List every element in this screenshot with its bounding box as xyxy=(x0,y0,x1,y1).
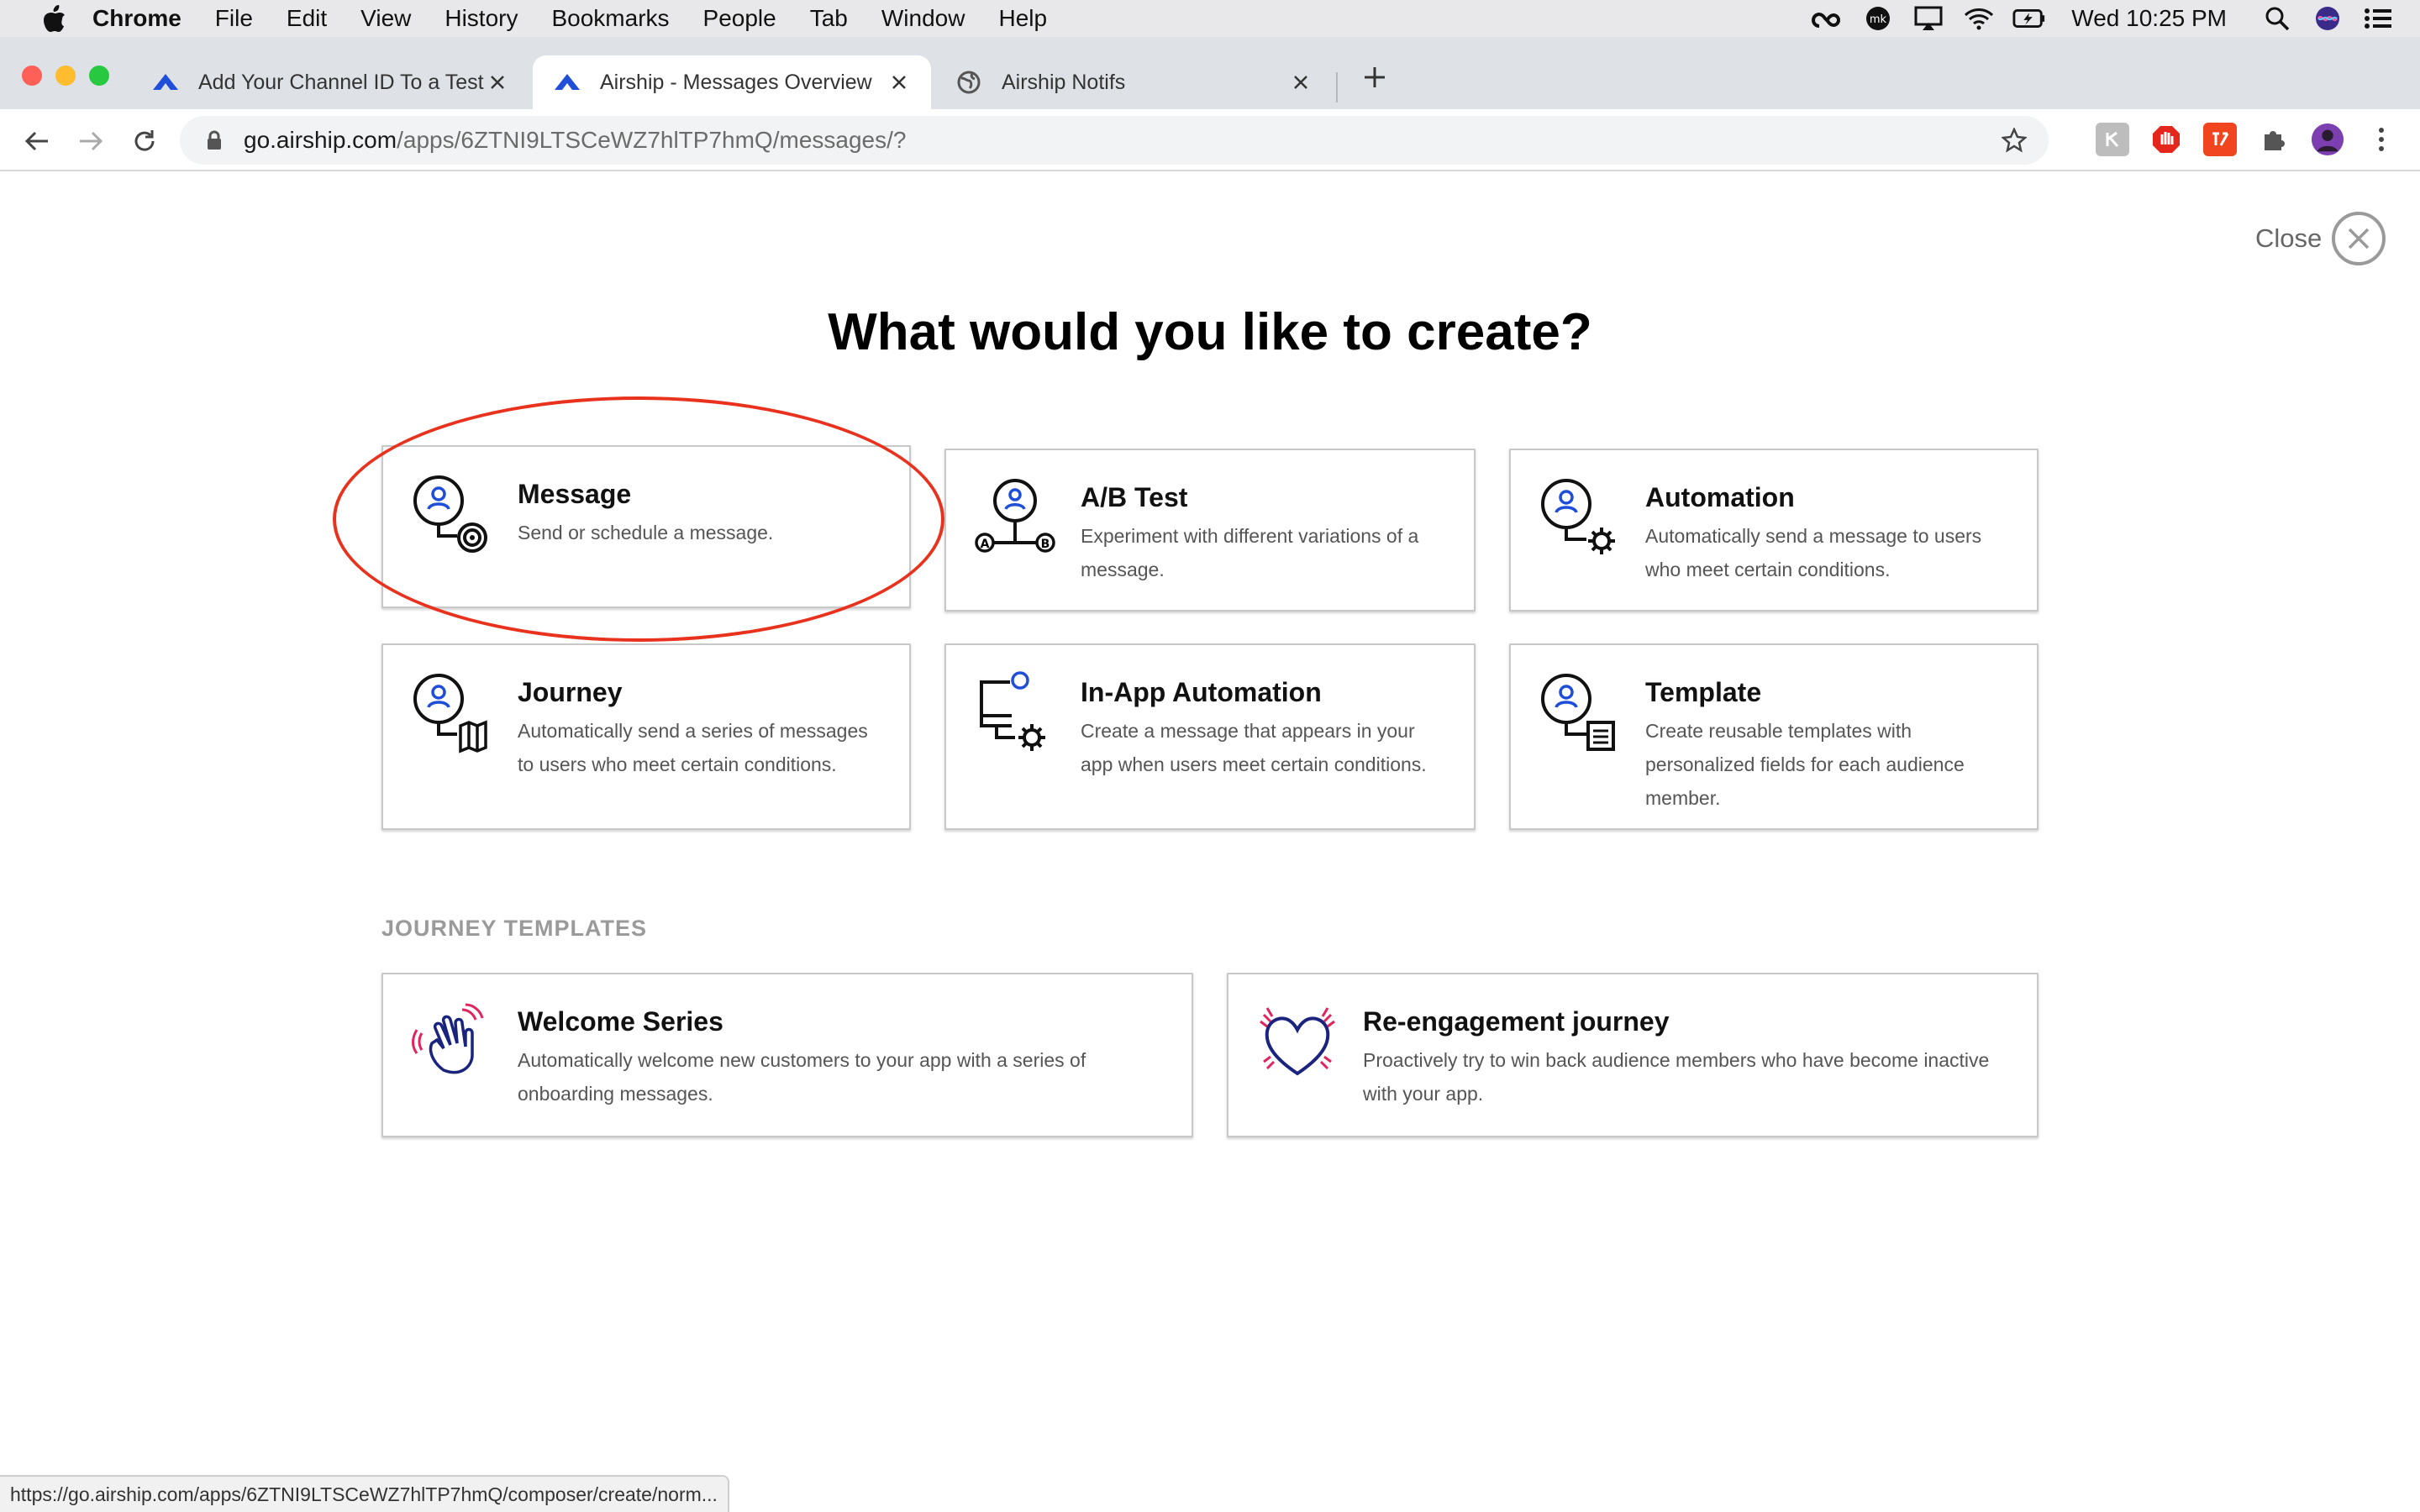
new-tab-plus-icon[interactable] xyxy=(1358,60,1392,94)
profile-avatar[interactable] xyxy=(2311,123,2344,156)
menu-people[interactable]: People xyxy=(703,5,776,32)
menu-bar-status-area: mk Wed 10:25 PM xyxy=(1794,0,2395,37)
window-minimize-button[interactable] xyxy=(55,66,76,86)
card-description: Create a message that appears in your ap… xyxy=(1081,720,1427,775)
tab-airship-notifs[interactable]: Airship Notifs xyxy=(934,55,1333,109)
menu-tab[interactable]: Tab xyxy=(810,5,848,32)
extension-grey-icon[interactable] xyxy=(2096,123,2129,156)
create-journey-card[interactable]: Journey Automatically send a series of m… xyxy=(381,643,911,830)
message-target-icon xyxy=(410,472,494,556)
waving-hand-icon xyxy=(410,1000,494,1084)
card-description: Create reusable templates with personali… xyxy=(1645,720,1965,809)
create-in-app-automation-card[interactable]: In-App Automation Create a message that … xyxy=(944,643,1476,830)
ab-test-icon: A B xyxy=(973,475,1057,559)
menu-edit[interactable]: Edit xyxy=(287,5,327,32)
card-description: Automatically send a message to users wh… xyxy=(1645,525,1982,580)
url-domain: go.airship.com xyxy=(244,127,397,153)
battery-icon[interactable] xyxy=(2012,5,2046,32)
card-title: Re-engagement journey xyxy=(1363,1006,1670,1037)
svg-text:mk: mk xyxy=(1870,13,1887,26)
siri-icon[interactable] xyxy=(2311,5,2344,32)
journey-map-icon xyxy=(410,670,494,754)
close-label: Close xyxy=(2255,223,2323,253)
menu-bar-clock[interactable]: Wed 10:25 PM xyxy=(2071,5,2227,32)
globe-icon xyxy=(955,68,983,97)
menu-window[interactable]: Window xyxy=(881,5,965,32)
url-path: /apps/6ZTNI9LTSCeWZ7hlTP7hmQ/messages/? xyxy=(397,127,907,153)
tab-title: Add Your Channel ID To a Test xyxy=(198,70,484,94)
card-title: Automation xyxy=(1645,482,1795,512)
tab-title: Airship - Messages Overview xyxy=(600,70,872,94)
card-title: Journey xyxy=(518,677,623,707)
tab-separator xyxy=(1336,72,1338,102)
forward-arrow-icon[interactable] xyxy=(72,123,109,160)
card-description: Send or schedule a message. xyxy=(518,522,774,543)
menu-history[interactable]: History xyxy=(445,5,518,32)
lock-icon[interactable] xyxy=(202,130,227,150)
control-center-icon[interactable] xyxy=(2361,5,2395,32)
browser-tab-strip: Add Your Channel ID To a Test Airship - … xyxy=(0,37,2420,109)
template-icon xyxy=(1538,670,1622,754)
tab-close-icon[interactable] xyxy=(1287,69,1314,96)
create-template-card[interactable]: Template Create reusable templates with … xyxy=(1509,643,2039,830)
creative-cloud-icon[interactable] xyxy=(1811,5,1844,32)
card-title: Message xyxy=(518,479,632,509)
back-arrow-icon[interactable] xyxy=(18,123,55,160)
chrome-menu-kebab-icon[interactable] xyxy=(2365,123,2398,156)
create-automation-card[interactable]: Automation Automatically send a message … xyxy=(1509,449,2039,612)
airplay-icon[interactable] xyxy=(1912,5,1945,32)
link-status-bar: https://go.airship.com/apps/6ZTNI9LTSCeW… xyxy=(0,1475,729,1512)
bookmark-star-icon[interactable] xyxy=(2000,126,2028,155)
welcome-series-card[interactable]: Welcome Series Automatically welcome new… xyxy=(381,973,1193,1137)
browser-toolbar: go.airship.com/apps/6ZTNI9LTSCeWZ7hlTP7h… xyxy=(0,109,2420,171)
card-title: In-App Automation xyxy=(1081,677,1322,707)
address-bar[interactable]: go.airship.com/apps/6ZTNI9LTSCeWZ7hlTP7h… xyxy=(180,116,2049,165)
card-title: Template xyxy=(1645,677,1762,707)
window-close-button[interactable] xyxy=(22,66,42,86)
spotlight-icon[interactable] xyxy=(2260,5,2294,32)
menu-app-name[interactable]: Chrome xyxy=(92,5,182,32)
in-app-automation-icon xyxy=(973,670,1057,754)
extension-orange-icon[interactable] xyxy=(2203,123,2237,156)
close-x-icon[interactable] xyxy=(2332,212,2386,265)
macos-menu-bar: Chrome File Edit View History Bookmarks … xyxy=(0,0,2420,37)
tab-messages-overview[interactable]: Airship - Messages Overview xyxy=(533,55,931,109)
close-button[interactable]: Close xyxy=(2255,212,2386,265)
airship-icon xyxy=(151,68,180,97)
automation-gear-icon xyxy=(1538,475,1622,559)
menu-help[interactable]: Help xyxy=(998,5,1047,32)
journey-templates-heading: JOURNEY TEMPLATES xyxy=(381,916,648,941)
reload-icon[interactable] xyxy=(126,123,163,160)
card-description: Automatically welcome new customers to y… xyxy=(518,1049,1086,1105)
page-title: What would you like to create? xyxy=(828,303,1592,361)
svg-text:A: A xyxy=(981,538,990,551)
re-engagement-journey-card[interactable]: Re-engagement journey Proactively try to… xyxy=(1227,973,2039,1137)
mk-icon[interactable]: mk xyxy=(1861,5,1895,32)
wifi-icon[interactable] xyxy=(1962,5,1996,32)
svg-text:B: B xyxy=(1041,538,1050,551)
menu-bookmarks[interactable]: Bookmarks xyxy=(551,5,669,32)
card-description: Proactively try to win back audience mem… xyxy=(1363,1049,1990,1105)
apple-icon[interactable] xyxy=(34,4,76,33)
tab-close-icon[interactable] xyxy=(484,69,511,96)
heart-icon xyxy=(1255,1000,1339,1084)
extensions-puzzle-icon[interactable] xyxy=(2257,123,2291,156)
create-ab-test-card[interactable]: A B A/B Test Experiment with different v… xyxy=(944,449,1476,612)
tab-add-channel-id[interactable]: Add Your Channel ID To a Test xyxy=(131,55,529,109)
card-title: A/B Test xyxy=(1081,482,1188,512)
card-description: Automatically send a series of messages … xyxy=(518,720,868,775)
menu-file[interactable]: File xyxy=(215,5,253,32)
airship-icon xyxy=(553,68,581,97)
window-zoom-button[interactable] xyxy=(89,66,109,86)
tab-close-icon[interactable] xyxy=(886,69,913,96)
tab-title: Airship Notifs xyxy=(1002,70,1126,94)
create-message-card[interactable]: Message Send or schedule a message. xyxy=(381,445,911,608)
card-title: Welcome Series xyxy=(518,1006,723,1037)
menu-view[interactable]: View xyxy=(360,5,411,32)
extension-red-hand-icon[interactable] xyxy=(2149,123,2183,156)
card-description: Experiment with different variations of … xyxy=(1081,525,1419,580)
